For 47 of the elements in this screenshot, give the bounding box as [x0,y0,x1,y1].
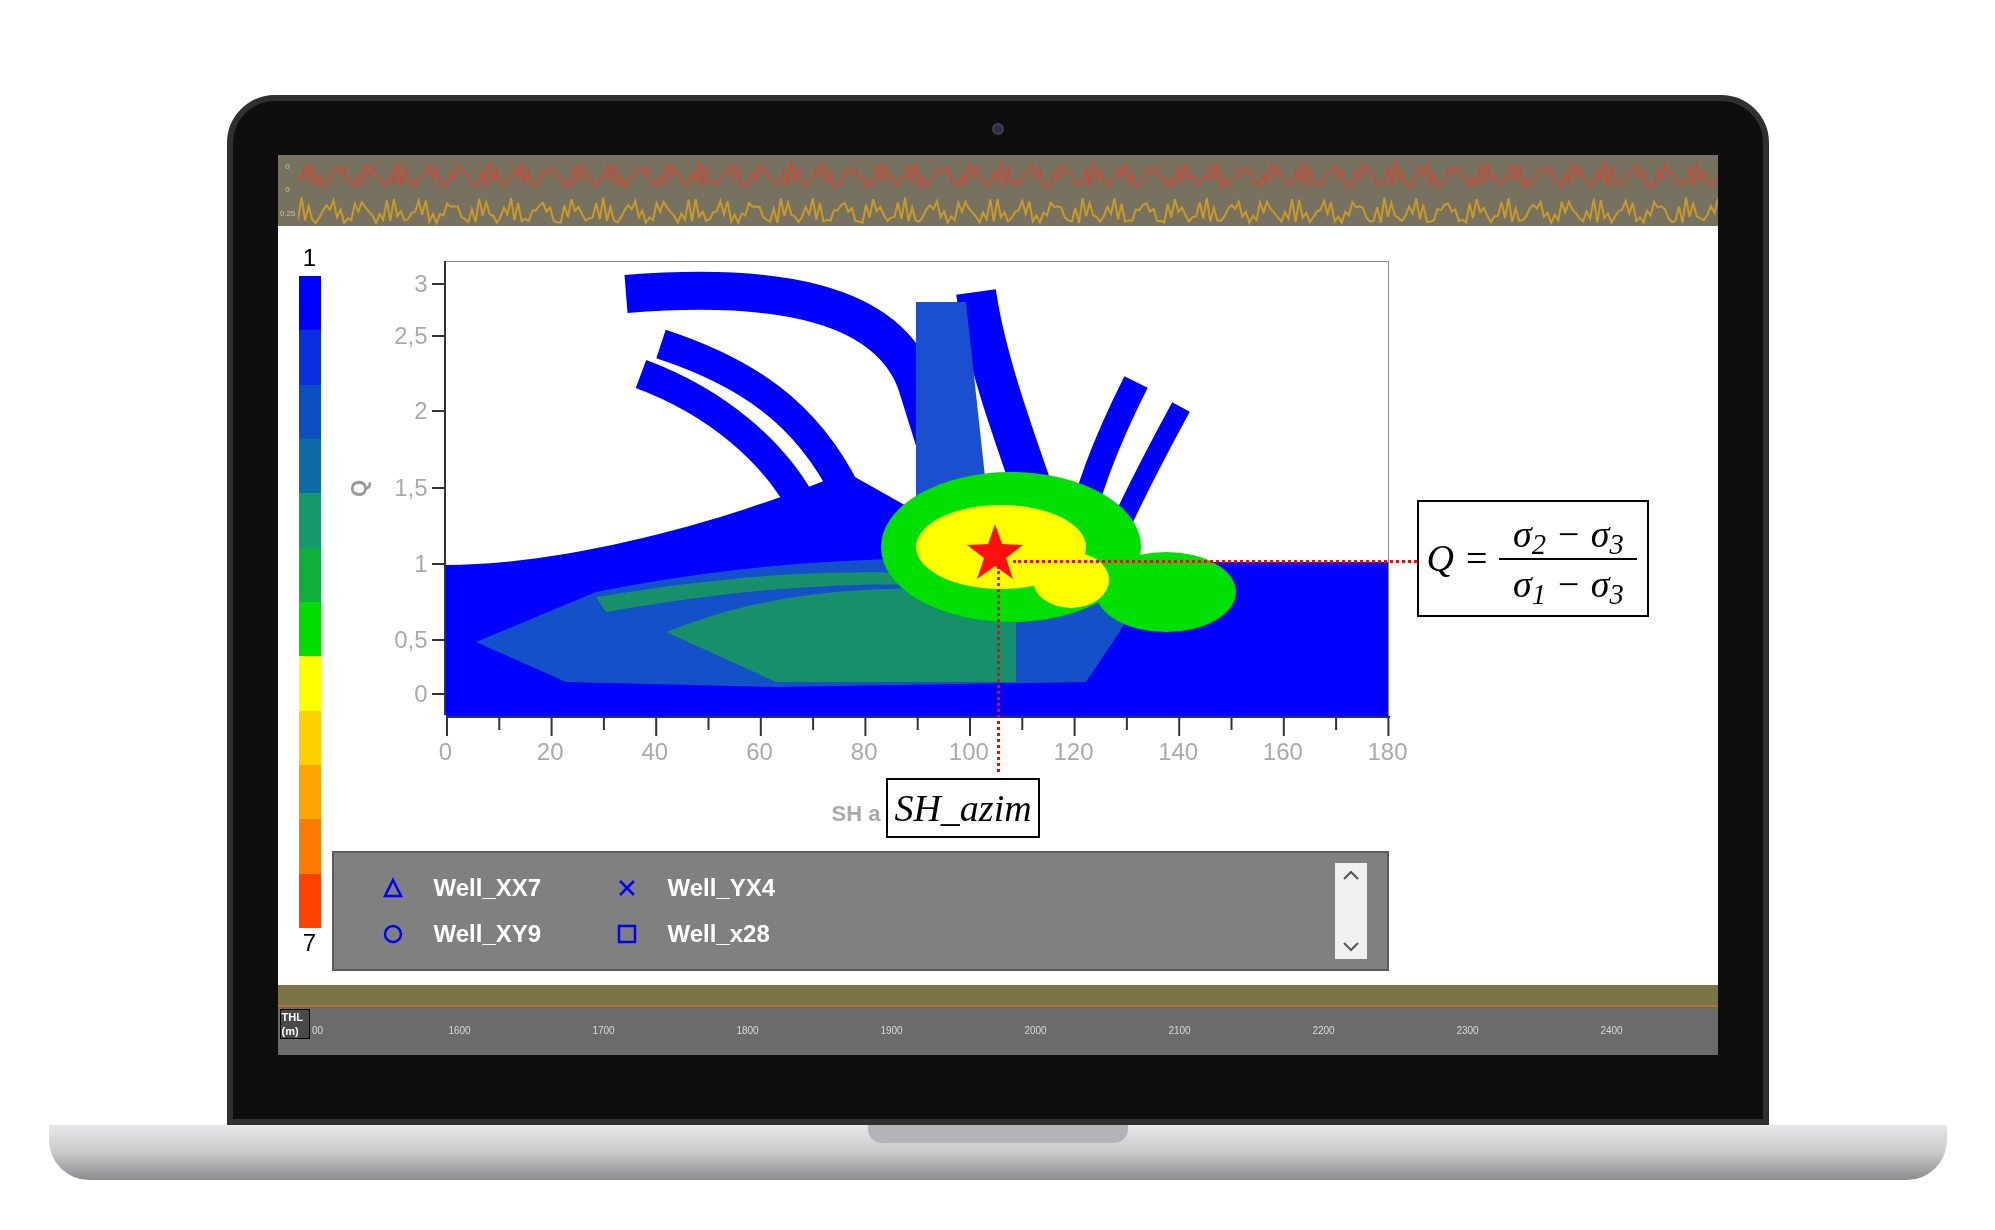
legend-label: Well_XY9 [432,919,543,949]
formula-numerator: σ$_{2}$ − σ$_{3}$ [1513,511,1624,558]
formula-equals: = [1465,536,1488,581]
circle-marker-icon [381,923,404,945]
ruler-tick-label: 2000 [1024,1024,1047,1038]
axis-callout-label: SH_azim [886,778,1040,838]
x-tick-label: 100 [948,740,989,764]
ruler-tick-label: 2200 [1312,1024,1335,1038]
legend-label: Well_x28 [666,919,771,949]
y-tick-label: 3 [414,272,428,296]
x-axis-title: SH a [831,799,881,828]
y-tick-label: 1 [414,552,428,576]
formula-symbol: Q [1426,536,1454,581]
y-axis-title: Q [345,479,372,497]
x-tick-label: 60 [746,740,773,764]
scale-min-label: 7 [302,928,317,958]
y-tick-label: 2 [414,399,428,423]
x-tick-label: 0 [438,740,453,764]
track-axis-label: 0.25 [279,208,296,221]
ruler-tick-label: 2400 [1600,1024,1623,1038]
x-tick-label: 120 [1053,740,1094,764]
ruler-tick-label: 00 [311,1024,324,1038]
x-tick-label: 160 [1262,740,1303,764]
y-tick-label: 2,5 [394,324,428,348]
ruler-tick-label: 1800 [736,1024,759,1038]
square-marker-icon [615,923,638,945]
ruler-tick-label: 2300 [1456,1024,1479,1038]
y-tick-label: 0 [414,682,428,706]
x-tick-label: 40 [641,740,669,764]
y-tick-label: 0,5 [394,628,428,652]
legend-label: Well_XX7 [432,873,543,903]
formula-denominator: σ$_{1}$ − σ$_{3}$ [1513,561,1624,608]
x-tick-label: 20 [536,740,564,764]
ruler-tick-label: 1700 [592,1024,615,1038]
star-marker [966,524,1023,579]
legend-label: Well_YX4 [666,873,777,903]
ruler-unit-label: THL (m) [280,1010,309,1038]
x-tick-label: 140 [1158,740,1199,764]
y-tick-label: 1,5 [394,476,428,500]
ruler-tick-label: 1900 [880,1024,903,1038]
ruler-tick-label: 1600 [448,1024,471,1038]
camera-icon [991,123,1004,135]
scale-max-label: 1 [302,243,317,273]
triangle-marker-icon [381,877,404,899]
x-tick-label: 80 [850,740,878,764]
ruler-tick-label: 2100 [1168,1024,1191,1038]
x-tick-label: 180 [1367,740,1408,764]
